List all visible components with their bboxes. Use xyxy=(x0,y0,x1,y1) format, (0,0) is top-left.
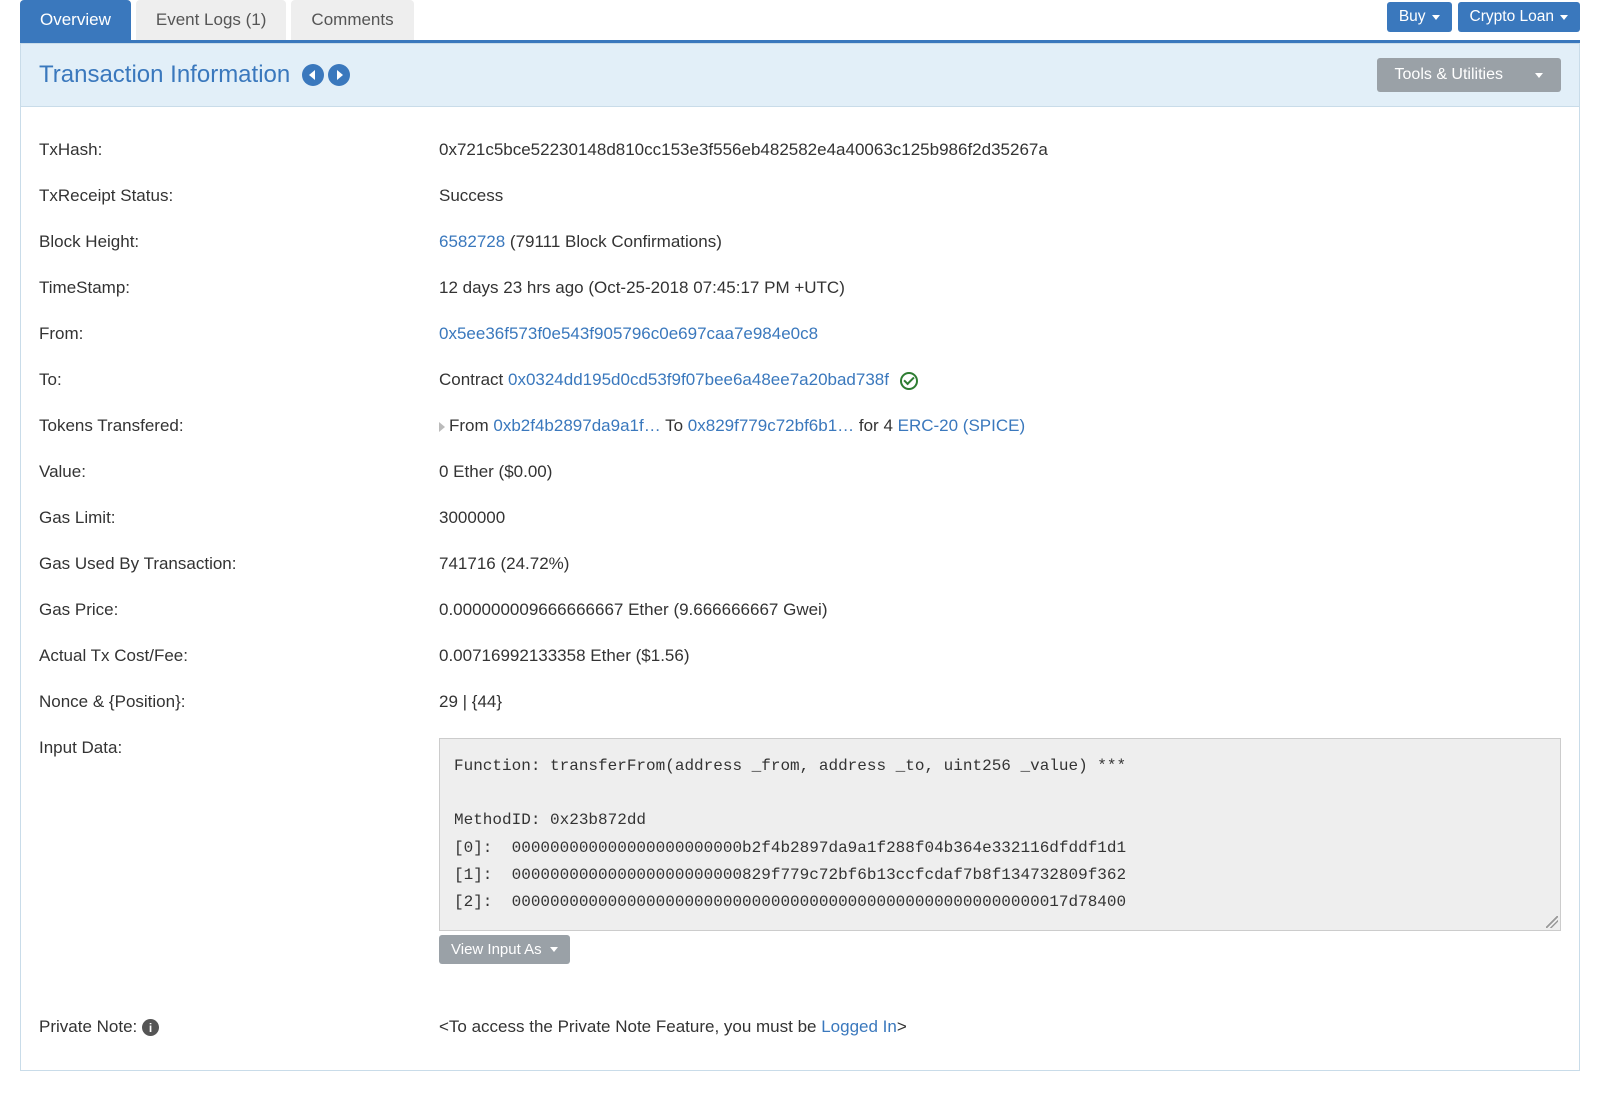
to-prefix: Contract xyxy=(439,370,508,389)
value-input-data: Function: transferFrom(address _from, ad… xyxy=(439,738,1561,964)
label-gas-used: Gas Used By Transaction: xyxy=(39,554,439,574)
row-gas-used: Gas Used By Transaction: 741716 (24.72%) xyxy=(39,541,1561,587)
label-timestamp: TimeStamp: xyxy=(39,278,439,298)
tab-event-logs[interactable]: Event Logs (1) xyxy=(136,0,287,40)
label-gas-price: Gas Price: xyxy=(39,600,439,620)
tokens-to-word: To xyxy=(661,416,688,435)
info-icon[interactable]: i xyxy=(142,1019,159,1036)
chevron-down-icon xyxy=(1560,15,1568,20)
row-to: To: Contract 0x0324dd195d0cd53f9f07bee6a… xyxy=(39,357,1561,403)
row-txhash: TxHash: 0x721c5bce52230148d810cc153e3f55… xyxy=(39,127,1561,173)
prev-tx-button[interactable] xyxy=(302,64,324,86)
tabs: Overview Event Logs (1) Comments xyxy=(20,0,414,40)
row-nonce: Nonce & {Position}: 29 | {44} xyxy=(39,679,1561,725)
row-tokens: Tokens Transfered: From 0xb2f4b2897da9a1… xyxy=(39,403,1561,449)
label-gas-limit: Gas Limit: xyxy=(39,508,439,528)
label-value: Value: xyxy=(39,462,439,482)
panel-title: Transaction Information xyxy=(39,61,350,89)
value-txhash: 0x721c5bce52230148d810cc153e3f556eb48258… xyxy=(439,140,1561,160)
top-buttons: Buy Crypto Loan xyxy=(1387,0,1580,32)
view-input-as-button[interactable]: View Input As xyxy=(439,935,570,964)
next-tx-button[interactable] xyxy=(328,64,350,86)
value-block-height: 6582728 (79111 Block Confirmations) xyxy=(439,232,1561,252)
tools-label: Tools & Utilities xyxy=(1395,66,1503,84)
buy-button[interactable]: Buy xyxy=(1387,2,1452,32)
label-nonce: Nonce & {Position}: xyxy=(39,692,439,712)
tab-overview[interactable]: Overview xyxy=(20,0,131,40)
resize-handle-icon[interactable] xyxy=(1546,916,1558,928)
label-input-data: Input Data: xyxy=(39,738,439,964)
chevron-down-icon xyxy=(1432,15,1440,20)
to-address-link[interactable]: 0x0324dd195d0cd53f9f07bee6a48ee7a20bad73… xyxy=(508,370,889,389)
private-note-label-text: Private Note: xyxy=(39,1017,142,1036)
buy-label: Buy xyxy=(1399,8,1426,26)
chevron-down-icon xyxy=(550,947,558,952)
value-tokens: From 0xb2f4b2897da9a1f… To 0x829f779c72b… xyxy=(439,416,1561,436)
label-actual-cost: Actual Tx Cost/Fee: xyxy=(39,646,439,666)
panel-body: TxHash: 0x721c5bce52230148d810cc153e3f55… xyxy=(20,107,1580,1071)
value-to: Contract 0x0324dd195d0cd53f9f07bee6a48ee… xyxy=(439,370,1561,390)
tokens-token-link[interactable]: ERC-20 (SPICE) xyxy=(898,416,1026,435)
panel-header: Transaction Information Tools & Utilitie… xyxy=(20,43,1580,107)
from-address-link[interactable]: 0x5ee36f573f0e543f905796c0e697caa7e984e0… xyxy=(439,324,818,343)
chevron-down-icon xyxy=(1535,73,1543,78)
value-gas-limit: 3000000 xyxy=(439,508,1561,528)
private-note-prefix: <To access the Private Note Feature, you… xyxy=(439,1017,821,1036)
value-gas-used: 741716 (24.72%) xyxy=(439,554,1561,574)
tokens-for-word: for 4 xyxy=(854,416,897,435)
row-actual-cost: Actual Tx Cost/Fee: 0.00716992133358 Eth… xyxy=(39,633,1561,679)
row-status: TxReceipt Status: Success xyxy=(39,173,1561,219)
tokens-from-link[interactable]: 0xb2f4b2897da9a1f… xyxy=(493,416,660,435)
row-input-data: Input Data: Function: transferFrom(addre… xyxy=(39,725,1561,977)
value-private-note: <To access the Private Note Feature, you… xyxy=(439,1017,1561,1037)
label-txhash: TxHash: xyxy=(39,140,439,160)
panel-title-text: Transaction Information xyxy=(39,61,290,89)
row-block-height: Block Height: 6582728 (79111 Block Confi… xyxy=(39,219,1561,265)
label-private-note: Private Note: i xyxy=(39,1017,439,1037)
nav-circles xyxy=(302,64,350,86)
label-from: From: xyxy=(39,324,439,344)
block-height-link[interactable]: 6582728 xyxy=(439,232,505,251)
tools-utilities-button[interactable]: Tools & Utilities xyxy=(1377,58,1561,92)
row-value: Value: 0 Ether ($0.00) xyxy=(39,449,1561,495)
input-data-content: Function: transferFrom(address _from, ad… xyxy=(454,757,1126,911)
private-note-suffix: > xyxy=(897,1017,907,1036)
value-nonce: 29 | {44} xyxy=(439,692,1561,712)
tokens-from-word: From xyxy=(449,416,493,435)
top-bar: Overview Event Logs (1) Comments Buy Cry… xyxy=(20,0,1580,43)
verified-icon xyxy=(900,372,918,390)
logged-in-link[interactable]: Logged In xyxy=(821,1017,897,1036)
row-from: From: 0x5ee36f573f0e543f905796c0e697caa7… xyxy=(39,311,1561,357)
label-block-height: Block Height: xyxy=(39,232,439,252)
value-actual-cost: 0.00716992133358 Ether ($1.56) xyxy=(439,646,1561,666)
tab-comments[interactable]: Comments xyxy=(291,0,413,40)
triangle-right-icon xyxy=(439,422,445,432)
input-data-box: Function: transferFrom(address _from, ad… xyxy=(439,738,1561,931)
value-status: Success xyxy=(439,186,1561,206)
crypto-loan-button[interactable]: Crypto Loan xyxy=(1458,2,1580,32)
value-value: 0 Ether ($0.00) xyxy=(439,462,1561,482)
row-private-note: Private Note: i <To access the Private N… xyxy=(39,977,1561,1050)
view-input-as-label: View Input As xyxy=(451,941,542,958)
value-timestamp: 12 days 23 hrs ago (Oct-25-2018 07:45:17… xyxy=(439,278,1561,298)
block-confirmations: (79111 Block Confirmations) xyxy=(505,232,722,251)
row-timestamp: TimeStamp: 12 days 23 hrs ago (Oct-25-20… xyxy=(39,265,1561,311)
value-gas-price: 0.000000009666666667 Ether (9.666666667 … xyxy=(439,600,1561,620)
tokens-to-link[interactable]: 0x829f779c72bf6b1… xyxy=(688,416,854,435)
row-gas-limit: Gas Limit: 3000000 xyxy=(39,495,1561,541)
label-status: TxReceipt Status: xyxy=(39,186,439,206)
label-tokens: Tokens Transfered: xyxy=(39,416,439,436)
label-to: To: xyxy=(39,370,439,390)
crypto-loan-label: Crypto Loan xyxy=(1470,8,1554,26)
row-gas-price: Gas Price: 0.000000009666666667 Ether (9… xyxy=(39,587,1561,633)
value-from: 0x5ee36f573f0e543f905796c0e697caa7e984e0… xyxy=(439,324,1561,344)
